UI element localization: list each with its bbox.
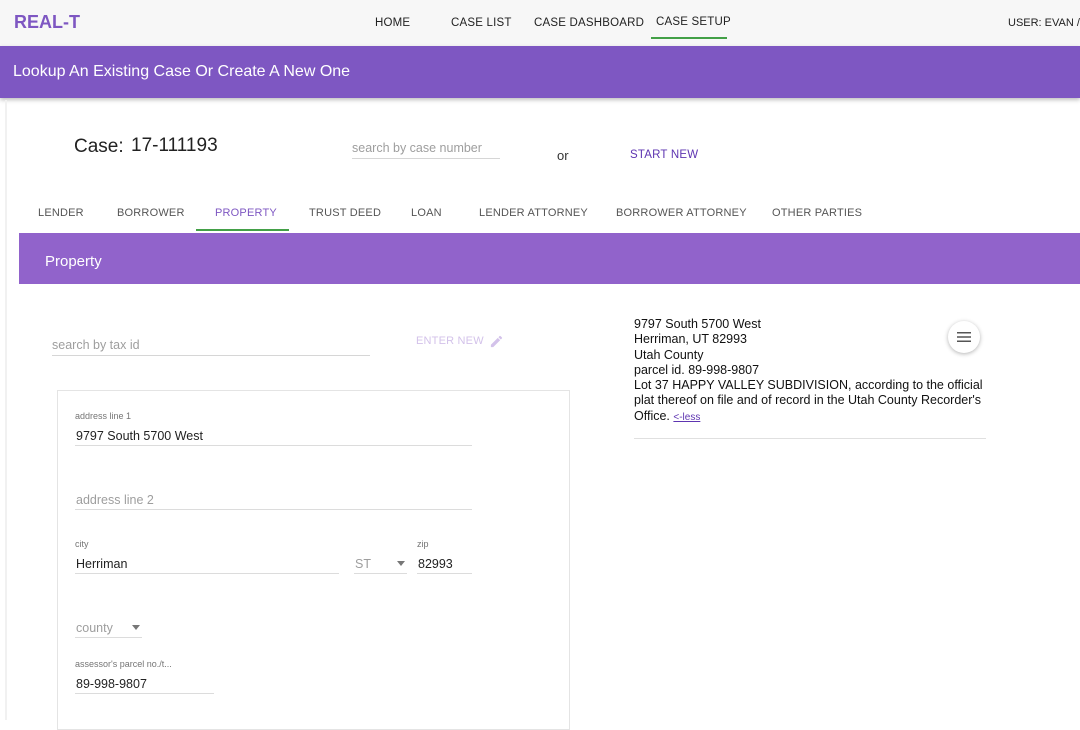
address-line-1-label: address line 1 bbox=[75, 411, 132, 421]
zip-input[interactable] bbox=[417, 554, 472, 574]
menu-icon bbox=[957, 332, 971, 342]
pencil-icon bbox=[490, 335, 502, 347]
summary-divider bbox=[634, 438, 986, 439]
nav-home[interactable]: HOME bbox=[375, 17, 410, 29]
page-title: Lookup An Existing Case Or Create A New … bbox=[13, 63, 351, 80]
enter-new-label: ENTER NEW bbox=[416, 335, 484, 347]
county-select-placeholder: county bbox=[76, 621, 113, 635]
summary-city-state-zip: Herriman, UT 82993 bbox=[634, 332, 748, 347]
tab-borrower[interactable]: BORROWER bbox=[117, 207, 185, 219]
tab-other-parties[interactable]: OTHER PARTIES bbox=[772, 207, 862, 219]
state-select[interactable]: ST bbox=[354, 554, 407, 574]
show-less-link[interactable]: <-less bbox=[673, 412, 700, 423]
user-menu[interactable]: USER: EVAN / bbox=[1008, 17, 1080, 29]
content-divider bbox=[5, 100, 7, 720]
address-form-card: address line 1 city ST zip county assess… bbox=[57, 390, 570, 730]
tab-active-indicator bbox=[196, 229, 289, 231]
chevron-down-icon bbox=[397, 561, 405, 566]
nav-case-dashboard[interactable]: CASE DASHBOARD bbox=[534, 17, 644, 29]
parcel-input[interactable] bbox=[75, 674, 214, 694]
or-separator: or bbox=[557, 148, 569, 163]
city-label: city bbox=[75, 539, 89, 549]
county-select[interactable]: county bbox=[75, 618, 142, 638]
app-logo[interactable]: REAL-T bbox=[14, 12, 80, 33]
tab-borrower-attorney[interactable]: BORROWER ATTORNEY bbox=[616, 207, 747, 219]
chevron-down-icon bbox=[132, 625, 140, 630]
address-line-1-input[interactable] bbox=[75, 426, 472, 446]
tab-lender-attorney[interactable]: LENDER ATTORNEY bbox=[479, 207, 588, 219]
nav-active-indicator bbox=[651, 37, 727, 39]
property-section-header: Property bbox=[19, 233, 1080, 284]
property-summary: 9797 South 5700 West Herriman, UT 82993 … bbox=[634, 317, 986, 425]
tab-loan[interactable]: LOAN bbox=[411, 207, 442, 219]
zip-label: zip bbox=[417, 539, 429, 549]
parcel-label: assessor's parcel no./t... bbox=[75, 659, 172, 669]
city-input[interactable] bbox=[75, 554, 339, 574]
nav-case-setup[interactable]: CASE SETUP bbox=[656, 16, 731, 28]
summary-county: Utah County bbox=[634, 347, 704, 362]
summary-menu-button[interactable] bbox=[948, 321, 980, 353]
tax-id-search-input[interactable] bbox=[52, 335, 370, 356]
top-navigation: REAL-T HOME CASE LIST CASE DASHBOARD CAS… bbox=[0, 0, 1080, 46]
summary-legal-description: Lot 37 HAPPY VALLEY SUBDIVISION, accordi… bbox=[634, 378, 986, 425]
address-line-2-input[interactable] bbox=[75, 490, 472, 510]
tab-property[interactable]: PROPERTY bbox=[215, 207, 277, 219]
case-search-input[interactable] bbox=[352, 138, 500, 159]
summary-address-line-1: 9797 South 5700 West bbox=[634, 317, 761, 331]
summary-parcel-id: parcel id. 89-998-9807 bbox=[634, 362, 760, 377]
tab-trust-deed[interactable]: TRUST DEED bbox=[309, 207, 381, 219]
case-number: 17-111193 bbox=[131, 135, 218, 156]
enter-new-button[interactable]: ENTER NEW bbox=[416, 333, 504, 349]
page-header: Lookup An Existing Case Or Create A New … bbox=[0, 46, 1080, 98]
start-new-button[interactable]: START NEW bbox=[630, 149, 698, 161]
section-title: Property bbox=[45, 253, 102, 270]
case-label: Case: bbox=[74, 136, 124, 157]
tab-lender[interactable]: LENDER bbox=[38, 207, 84, 219]
nav-case-list[interactable]: CASE LIST bbox=[451, 17, 512, 29]
state-select-placeholder: ST bbox=[355, 557, 371, 571]
